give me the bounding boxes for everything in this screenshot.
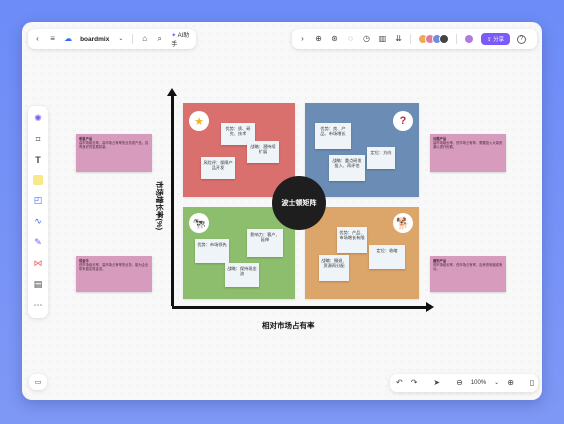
whiteboard-window: ‹ ≡ ☁ boardmix ⌄ ⌂ ⌕ ✦ AI助手 › ⊕ ⊛ ◌ ◷ ▥ … — [22, 22, 542, 400]
brand-name[interactable]: boardmix — [80, 36, 109, 43]
side-note-text: 低市场增长率、高市场占有率的业务，能为企业带来稳定现金流。 — [79, 263, 149, 272]
ai-sparkle-icon: ✦ — [171, 33, 177, 39]
bottom-right-toolbar: ↶ ↷ ➤ ⊖ 100% ⌄ ⊕ ▯ — [390, 374, 538, 392]
cursor-icon[interactable]: ➤ — [433, 379, 440, 388]
undo-icon[interactable]: ↶ — [396, 379, 403, 388]
cloud-logo-icon: ☁ — [64, 34, 73, 43]
frame-icon[interactable]: ⌗ — [32, 133, 44, 145]
sticky-note[interactable]: 优势：产品、市场增长有限 — [337, 227, 367, 253]
quadrant-star[interactable]: ★ 优势：质、研究、技术 风险评：保障产品开发 战略：潜持续扩展 — [183, 103, 295, 197]
pen-icon[interactable]: ✎ — [32, 236, 44, 248]
more-arrows-icon[interactable]: ⇊ — [394, 35, 403, 44]
side-note-bottom-left[interactable]: 现金牛 低市场增长率、高市场占有率的业务，能为企业带来稳定现金流。 — [76, 256, 152, 292]
divider — [132, 34, 134, 44]
side-note-text: 高市场增长率、高市场占有率的业务或产品，具有良好的发展前景。 — [79, 141, 149, 150]
quadrant-dog[interactable]: 🐕 优势：产品、市场增长有限 战略：撤退、资源再分配 定位：收缩 — [305, 207, 419, 299]
mindmap-icon[interactable]: ⋈ — [32, 257, 44, 269]
sticky-note[interactable]: 风险评：保障产品开发 — [201, 157, 235, 179]
sticky-note[interactable]: 影响力：客户、延伸 — [247, 229, 283, 257]
share-label: 分享 — [493, 37, 505, 43]
share-icon: ⇪ — [487, 37, 492, 43]
play-circle-icon[interactable]: ⊕ — [314, 35, 323, 44]
user-avatar[interactable] — [464, 34, 474, 44]
sticky-note[interactable]: 战略：撤退、资源再分配 — [319, 255, 349, 281]
y-axis-arrow-icon — [167, 88, 177, 96]
book-icon[interactable]: ▯ — [530, 379, 534, 388]
avatar — [439, 34, 449, 44]
zoom-out-icon[interactable]: ⊖ — [456, 379, 463, 388]
left-toolbox: ✺ ⌗ T ◰ ∿ ✎ ⋈ ▤ ⋯ — [28, 106, 48, 318]
ai-assistant-button[interactable]: ✦ AI助手 — [171, 30, 190, 48]
divider — [410, 34, 411, 44]
timer-icon[interactable]: ◷ — [362, 35, 371, 44]
chevron-right-icon[interactable]: › — [298, 35, 307, 44]
connector-icon[interactable]: ∿ — [32, 215, 44, 227]
top-left-toolbar: ‹ ≡ ☁ boardmix ⌄ ⌂ ⌕ ✦ AI助手 — [28, 29, 196, 49]
zoom-level[interactable]: 100% — [471, 380, 486, 386]
chevron-left-icon[interactable]: ‹ — [34, 35, 41, 44]
boardmix-logo-icon[interactable]: ✺ — [32, 112, 44, 124]
minimap-toggle[interactable]: ▭ — [29, 374, 47, 390]
sticky-note-icon[interactable] — [33, 175, 43, 185]
sticky-note[interactable]: 战略：潜持续扩展 — [247, 141, 279, 163]
tag-icon[interactable]: ⌂ — [141, 35, 148, 44]
more-icon[interactable]: ⋯ — [32, 299, 44, 311]
x-axis-line — [172, 306, 428, 309]
collaborator-avatars[interactable] — [418, 34, 449, 44]
share-button[interactable]: ⇪ 分享 — [481, 33, 511, 45]
question-icon[interactable]: ? — [517, 34, 527, 44]
y-axis-line — [171, 94, 174, 306]
text-icon[interactable]: T — [32, 154, 44, 166]
center-label[interactable]: 波士顿矩阵 — [272, 176, 326, 230]
quadrant-question[interactable]: ? 优势：良、产品、市场增长 战略：重点研发投入、再评估 定位：方向 — [305, 103, 419, 197]
redo-icon[interactable]: ↷ — [411, 379, 418, 388]
star-icon: ★ — [189, 111, 209, 131]
template-icon[interactable]: ▤ — [32, 278, 44, 290]
search-icon[interactable]: ⌕ — [156, 35, 163, 44]
compass-icon[interactable]: ⊛ — [330, 35, 339, 44]
shape-icon[interactable]: ◰ — [32, 194, 44, 206]
side-note-text: 低市场增长率、低市场占有率，应考虑收缩或淘汰。 — [433, 263, 503, 272]
minimap-icon: ▭ — [34, 378, 42, 386]
y-axis-label: 市场增长率(%) — [155, 180, 165, 231]
sticky-note[interactable]: 战略：重点研发投入、再评估 — [329, 155, 365, 181]
x-axis-label: 相对市场占有率 — [262, 321, 315, 330]
zoom-in-icon[interactable]: ⊕ — [507, 379, 514, 388]
sticky-note[interactable]: 优势：良、产品、市场增长 — [315, 123, 351, 149]
cow-icon: 🐄 — [189, 213, 209, 233]
side-note-text: 高市场增长率、低市场占有率，需要投入大量资源以提升份额。 — [433, 141, 503, 150]
sticky-note[interactable]: 定位：方向 — [367, 147, 395, 169]
x-axis-arrow-icon — [426, 302, 434, 312]
top-right-toolbar: › ⊕ ⊛ ◌ ◷ ▥ ⇊ ⇪ 分享 ? — [292, 29, 537, 49]
sticky-note[interactable]: 战略：保持现金流 — [225, 263, 259, 287]
sticky-note[interactable]: 定位：收缩 — [369, 245, 405, 269]
chevron-down-icon[interactable]: ⌄ — [494, 379, 499, 388]
comment-icon[interactable]: ◌ — [346, 35, 355, 44]
side-note-top-right[interactable]: 问题产品 高市场增长率、低市场占有率，需要投入大量资源以提升份额。 — [430, 134, 506, 172]
question-mark-icon: ? — [393, 111, 413, 131]
hamburger-icon[interactable]: ≡ — [49, 35, 56, 44]
vote-icon[interactable]: ▥ — [378, 35, 387, 44]
side-note-top-left[interactable]: 明星产品 高市场增长率、高市场占有率的业务或产品，具有良好的发展前景。 — [76, 134, 152, 172]
dog-icon: 🐕 — [393, 213, 413, 233]
sticky-note[interactable]: 优势：市场领先 — [195, 239, 229, 263]
divider — [456, 34, 457, 44]
chevron-down-icon[interactable]: ⌄ — [117, 35, 124, 44]
side-note-bottom-right[interactable]: 瘦狗产品 低市场增长率、低市场占有率，应考虑收缩或淘汰。 — [430, 256, 506, 292]
